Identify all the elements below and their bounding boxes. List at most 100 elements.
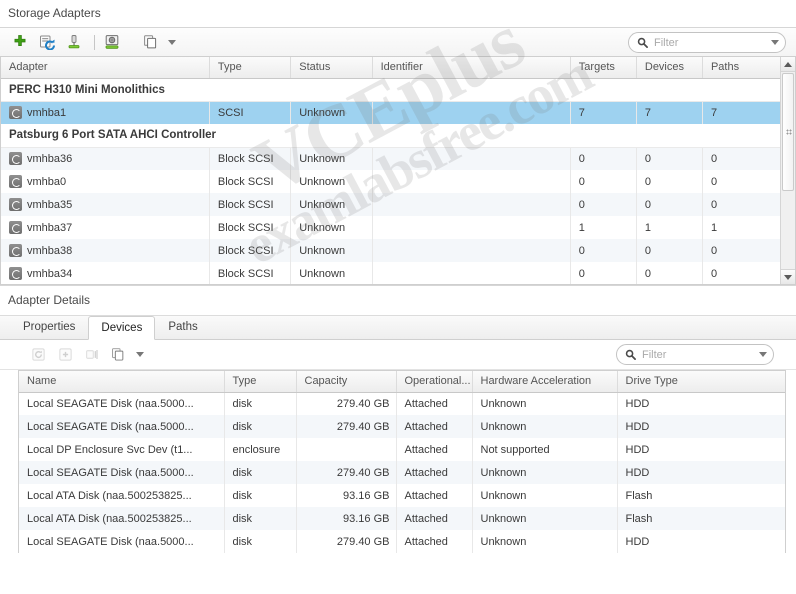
- copy-to-clipboard-icon[interactable]: [139, 30, 163, 54]
- device-name-cell: Local DP Enclosure Svc Dev (t1...: [19, 438, 225, 461]
- table-row[interactable]: vmhba37 Block SCSI Unknown 1 1 1: [1, 216, 795, 239]
- storage-adapters-page: VCEplus examlabsfree.com Storage Adapter…: [0, 0, 796, 594]
- adapter-name-cell: vmhba0: [1, 170, 210, 193]
- col-header-adapter[interactable]: Adapter: [1, 57, 210, 79]
- col-header-targets[interactable]: Targets: [570, 57, 637, 79]
- adapter-targets-cell: 1: [570, 216, 637, 239]
- device-operational-cell: Attached: [396, 484, 473, 507]
- col-header-operational[interactable]: Operational...: [396, 371, 473, 393]
- tab-properties[interactable]: Properties: [10, 315, 88, 339]
- col-header-devices[interactable]: Devices: [636, 57, 703, 79]
- filter-chevron-down-icon[interactable]: [771, 40, 779, 45]
- devices-filter[interactable]: Filter: [616, 344, 774, 365]
- adapter-targets-cell: 0: [570, 239, 637, 262]
- device-operational-cell: Attached: [396, 461, 473, 484]
- adapter-type-cell: Block SCSI: [209, 193, 292, 216]
- triangle-down-icon: [784, 274, 792, 280]
- device-type-cell: disk: [224, 484, 297, 507]
- col-header-identifier[interactable]: Identifier: [372, 57, 571, 79]
- adapter-status-cell: Unknown: [290, 262, 373, 284]
- devices-copy-to-clipboard-icon[interactable]: [107, 343, 131, 367]
- col-header-hwaccel[interactable]: Hardware Acceleration: [472, 371, 618, 393]
- adapter-name-cell: vmhba37: [1, 216, 210, 239]
- adapter-icon: [9, 198, 22, 211]
- table-row[interactable]: vmhba38 Block SCSI Unknown 0 0 0: [1, 239, 795, 262]
- adapter-devices-cell: 0: [636, 239, 703, 262]
- rescan-storage-icon[interactable]: [35, 30, 59, 54]
- device-name-cell: Local ATA Disk (naa.500253825...: [19, 484, 225, 507]
- col-header-type[interactable]: Type: [209, 57, 292, 79]
- device-name-cell: Local SEAGATE Disk (naa.5000...: [19, 392, 225, 415]
- col-header-drive-type[interactable]: Drive Type: [617, 371, 785, 393]
- table-row[interactable]: vmhba35 Block SCSI Unknown 0 0 0: [1, 193, 795, 216]
- table-row[interactable]: vmhba0 Block SCSI Unknown 0 0 0: [1, 170, 795, 193]
- device-hwaccel-cell: Not supported: [472, 438, 618, 461]
- devices-table-body: Local SEAGATE Disk (naa.5000... disk 279.4…: [19, 392, 785, 553]
- table-row[interactable]: Local SEAGATE Disk (naa.5000... disk 279.4…: [19, 461, 785, 484]
- col-header-capacity[interactable]: Capacity: [296, 371, 397, 393]
- devices-refresh-icon[interactable]: [26, 343, 50, 367]
- devices-filter-text: Filter: [642, 348, 667, 361]
- copy-dropdown-caret[interactable]: [166, 30, 178, 54]
- device-name-cell: Local SEAGATE Disk (naa.5000...: [19, 415, 225, 438]
- table-row[interactable]: Local SEAGATE Disk (naa.5000... disk 279.4…: [19, 415, 785, 438]
- rescan-adapter-icon[interactable]: [62, 30, 86, 54]
- adapters-filter[interactable]: Filter: [628, 32, 786, 53]
- adapter-name-label: vmhba38: [27, 244, 73, 257]
- devices-rename-icon[interactable]: [80, 343, 104, 367]
- devices-copy-dropdown-caret[interactable]: [134, 343, 146, 367]
- device-type-cell: disk: [224, 530, 297, 553]
- adapter-group-label: Patsburg 6 Port SATA AHCI Controller: [1, 124, 795, 148]
- adapter-devices-cell: 0: [636, 170, 703, 193]
- adapter-name-label: vmhba34: [27, 267, 73, 280]
- col-header-name[interactable]: Name: [19, 371, 225, 393]
- adapter-type-cell: SCSI: [209, 101, 292, 124]
- table-row[interactable]: Local SEAGATE Disk (naa.5000... disk 279.4…: [19, 392, 785, 415]
- adapter-group-row[interactable]: PERC H310 Mini Monolithics: [1, 78, 795, 102]
- device-drive-type-cell: Flash: [617, 484, 785, 507]
- adapter-type-cell: Block SCSI: [209, 239, 292, 262]
- adapter-group-row[interactable]: Patsburg 6 Port SATA AHCI Controller: [1, 124, 795, 148]
- table-row[interactable]: Local DP Enclosure Svc Dev (t1... enclosu…: [19, 438, 785, 461]
- device-drive-type-cell: HDD: [617, 415, 785, 438]
- devices-table-wrap: Name Type Capacity Operational... Hardwa…: [18, 370, 786, 553]
- tab-paths[interactable]: Paths: [155, 315, 210, 339]
- adapter-identifier-cell: [372, 170, 571, 193]
- table-row[interactable]: vmhba1 SCSI Unknown 7 7 7: [1, 101, 795, 124]
- scroll-down-arrow[interactable]: [781, 269, 795, 284]
- details-tabstrip: Properties Devices Paths: [0, 315, 796, 340]
- device-type-cell: disk: [224, 507, 297, 530]
- adapter-type-cell: Block SCSI: [209, 262, 292, 284]
- device-hwaccel-cell: Unknown: [472, 392, 618, 415]
- device-drive-type-cell: HDD: [617, 530, 785, 553]
- scrollbar-thumb[interactable]: [782, 73, 794, 191]
- adapter-devices-cell: 1: [636, 216, 703, 239]
- adapter-properties-icon[interactable]: [100, 30, 124, 54]
- tab-devices[interactable]: Devices: [88, 316, 156, 340]
- adapter-identifier-cell: [372, 147, 571, 170]
- scroll-up-arrow[interactable]: [781, 57, 795, 72]
- add-storage-adapter-button[interactable]: [8, 30, 32, 54]
- device-capacity-cell: 93.16 GB: [296, 484, 397, 507]
- adapters-filter-text: Filter: [654, 36, 679, 49]
- adapters-vertical-scrollbar[interactable]: [780, 57, 795, 284]
- adapter-targets-cell: 0: [570, 193, 637, 216]
- table-row[interactable]: Local ATA Disk (naa.500253825... disk 93.1…: [19, 507, 785, 530]
- device-operational-cell: Attached: [396, 507, 473, 530]
- table-row[interactable]: Local SEAGATE Disk (naa.5000... disk 279.4…: [19, 530, 785, 553]
- col-header-status[interactable]: Status: [290, 57, 373, 79]
- col-header-dev-type[interactable]: Type: [224, 371, 297, 393]
- adapter-icon: [9, 152, 22, 166]
- device-capacity-cell: 279.40 GB: [296, 461, 397, 484]
- table-row[interactable]: vmhba36 Block SCSI Unknown 0 0 0: [1, 147, 795, 170]
- table-row[interactable]: vmhba34 Block SCSI Unknown 0 0 0: [1, 262, 795, 284]
- adapter-icon: [9, 244, 22, 257]
- devices-detach-icon[interactable]: [53, 343, 77, 367]
- table-row[interactable]: Local ATA Disk (naa.500253825... disk 93.1…: [19, 484, 785, 507]
- adapter-identifier-cell: [372, 239, 571, 262]
- adapter-type-cell: Block SCSI: [209, 216, 292, 239]
- search-icon: [637, 37, 648, 48]
- filter-chevron-down-icon[interactable]: [759, 352, 767, 357]
- device-type-cell: disk: [224, 392, 297, 415]
- device-type-cell: disk: [224, 461, 297, 484]
